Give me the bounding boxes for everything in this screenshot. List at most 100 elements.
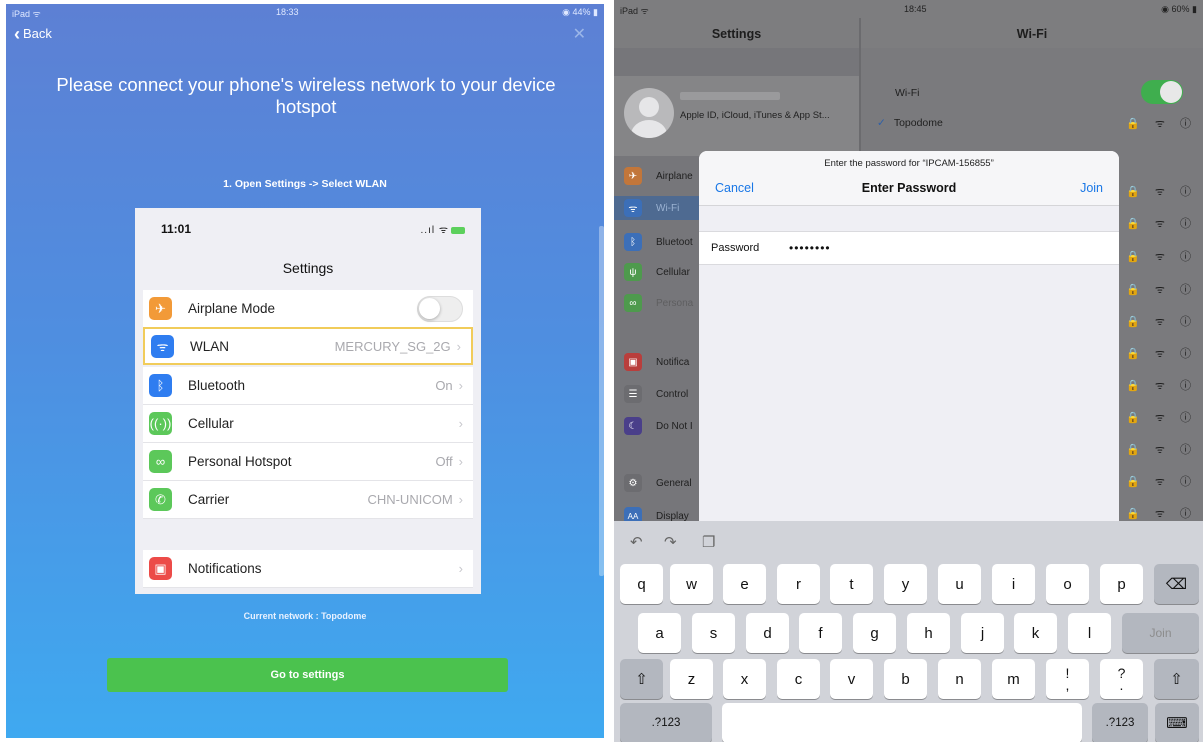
wifi-icon: ᯤ: [151, 334, 174, 358]
key-f[interactable]: f: [799, 613, 842, 653]
scrollbar[interactable]: [599, 226, 604, 576]
key-u[interactable]: u: [938, 564, 981, 604]
control-center-icon: ☰: [624, 385, 642, 403]
key-g[interactable]: g: [853, 613, 896, 653]
key-x[interactable]: x: [723, 659, 766, 699]
chevron-right-icon: ›: [458, 416, 463, 431]
network-status-icons: 🔒 ᯤ ⓘ: [1126, 444, 1197, 456]
link-icon: ∞: [624, 294, 642, 312]
enter-password-dialog: Enter the password for “IPCAM-156855” Ca…: [699, 151, 1119, 529]
key-y[interactable]: y: [884, 564, 927, 604]
right-status-battery: ◉ 60% ▮: [1161, 4, 1197, 14]
key-e[interactable]: e: [723, 564, 766, 604]
sidebar-item-label: Control: [656, 388, 689, 400]
phone-row-value: CHN-UNICOM: [367, 492, 453, 507]
network-status-icons: 🔒 ᯤ ⓘ: [1126, 118, 1197, 130]
phone-row-airplane: ✈ Airplane Mode: [143, 290, 473, 328]
bluetooth-icon: ᛒ: [624, 233, 642, 251]
link-icon: ∞: [149, 450, 172, 473]
network-status-icons: 🔒 ᯤ ⓘ: [1126, 412, 1197, 424]
key-p[interactable]: p: [1100, 564, 1143, 604]
key-t[interactable]: t: [830, 564, 873, 604]
hotspot-setup-screen: iPad ᯤ 18:33 ◉ 44% ▮ ‹ Back ✕ Please con…: [6, 4, 604, 738]
keyboard-dismiss-icon[interactable]: ⌨: [1155, 703, 1199, 742]
key-s[interactable]: s: [692, 613, 735, 653]
go-to-settings-button[interactable]: Go to settings: [107, 658, 508, 692]
back-label: Back: [23, 26, 52, 41]
key-d[interactable]: d: [746, 613, 789, 653]
key-k[interactable]: k: [1014, 613, 1057, 653]
sidebar-item-label: Notifica: [656, 356, 690, 368]
phone-row-label: Airplane Mode: [188, 301, 276, 316]
profile-name-redacted: [680, 92, 780, 100]
key-v[interactable]: v: [830, 659, 873, 699]
on-screen-keyboard: ↶ ↷ ❐ q w e r t y u i o p ⌫ a s d f g h …: [614, 521, 1203, 742]
sidebar-item-label: Display: [656, 510, 689, 522]
network-status-icons: 🔒 ᯤ ⓘ: [1126, 316, 1197, 328]
phone-settings-title: Settings: [282, 260, 334, 276]
antenna-icon: ((·)): [149, 412, 172, 435]
numbers-key[interactable]: .?123: [620, 703, 712, 742]
sidebar-item-label: General: [656, 477, 692, 489]
sidebar-item-label: Bluetoot: [656, 236, 693, 248]
network-status-icons: 🔒 ᯤ ⓘ: [1126, 476, 1197, 488]
key-l[interactable]: l: [1068, 613, 1111, 653]
key-o[interactable]: o: [1046, 564, 1089, 604]
step-instruction: 1. Open Settings -> Select WLAN: [223, 178, 387, 190]
sidebar-item-label: Cellular: [656, 266, 690, 278]
shift-icon[interactable]: ⇧: [620, 659, 663, 699]
left-status-time: 18:33: [276, 7, 299, 17]
redo-icon[interactable]: ↷: [664, 533, 677, 551]
chevron-right-icon: ›: [458, 378, 463, 393]
password-field[interactable]: Password ••••••••: [699, 231, 1119, 265]
ipad-wifi-settings-screen: iPad ᯤ 18:45 ◉ 60% ▮ Settings Wi-Fi Appl…: [614, 0, 1203, 742]
key-question-period[interactable]: ?.: [1100, 659, 1143, 699]
phone-row-value: On: [435, 378, 453, 393]
key-lower-char: ,: [1065, 677, 1070, 693]
moon-icon: ☾: [624, 417, 642, 435]
dialog-header: Enter the password for “IPCAM-156855” Ca…: [699, 151, 1119, 206]
key-m[interactable]: m: [992, 659, 1035, 699]
phone-row-label: Personal Hotspot: [188, 454, 292, 469]
key-exclaim-comma[interactable]: !,: [1046, 659, 1089, 699]
sidebar-item-label: Do Not I: [656, 420, 693, 432]
notifications-icon: ▣: [624, 353, 642, 371]
phone-status-icons: ..ıl ᯤ: [421, 222, 465, 236]
join-button[interactable]: Join: [1080, 181, 1103, 195]
key-h[interactable]: h: [907, 613, 950, 653]
connected-network-row[interactable]: ✓ Topodome 🔒 ᯤ ⓘ: [875, 108, 1203, 138]
phone-row-carrier: ✆ Carrier CHN-UNICOM ›: [143, 481, 473, 519]
chevron-right-icon: ›: [458, 561, 463, 576]
settings-header-title: Settings: [711, 27, 762, 41]
chevron-right-icon: ›: [456, 338, 461, 354]
wifi-toggle[interactable]: [1141, 80, 1183, 104]
password-label: Password: [711, 242, 760, 254]
phone-time: 11:01: [161, 222, 192, 236]
key-i[interactable]: i: [992, 564, 1035, 604]
back-button[interactable]: ‹ Back: [14, 25, 52, 43]
phone-row-notifications: ▣ Notifications ›: [143, 550, 473, 588]
close-icon[interactable]: ✕: [573, 24, 586, 44]
key-q[interactable]: q: [620, 564, 663, 604]
phone-row-label: WLAN: [190, 338, 230, 354]
key-n[interactable]: n: [938, 659, 981, 699]
password-input[interactable]: ••••••••: [789, 241, 831, 255]
key-c[interactable]: c: [777, 659, 820, 699]
undo-icon[interactable]: ↶: [630, 533, 643, 551]
wifi-toggle-label: Wi-Fi: [895, 87, 920, 99]
key-a[interactable]: a: [638, 613, 681, 653]
backspace-icon[interactable]: ⌫: [1154, 564, 1199, 604]
shift-icon[interactable]: ⇧: [1154, 659, 1199, 699]
keyboard-join-key[interactable]: Join: [1122, 613, 1199, 653]
numbers-key[interactable]: .?123: [1092, 703, 1148, 742]
space-bar[interactable]: [722, 703, 1082, 742]
key-z[interactable]: z: [670, 659, 713, 699]
network-status-icons: 🔒 ᯤ ⓘ: [1126, 348, 1197, 360]
key-r[interactable]: r: [777, 564, 820, 604]
network-status-icons: 🔒 ᯤ ⓘ: [1126, 218, 1197, 230]
apple-id-profile[interactable]: Apple ID, iCloud, iTunes & App St...: [614, 76, 859, 156]
key-j[interactable]: j: [961, 613, 1004, 653]
key-w[interactable]: w: [670, 564, 713, 604]
key-b[interactable]: b: [884, 659, 927, 699]
paste-icon[interactable]: ❐: [702, 533, 715, 551]
